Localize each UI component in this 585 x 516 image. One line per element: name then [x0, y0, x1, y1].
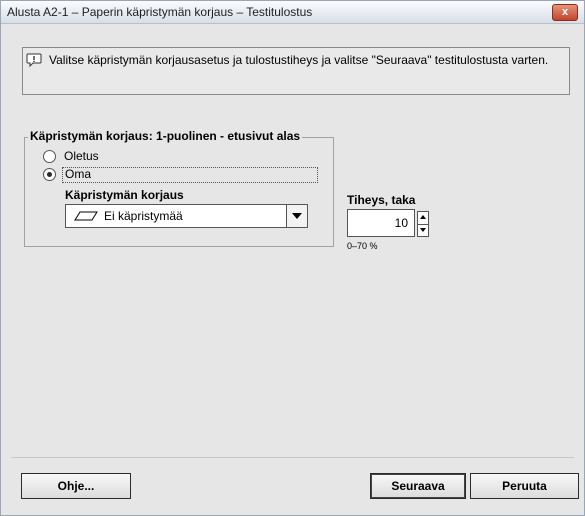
radio-default[interactable] [43, 150, 56, 163]
density-value: 10 [394, 216, 408, 230]
dialog-window: Alusta A2-1 – Paperin käpristymän korjau… [0, 0, 585, 516]
density-label: Tiheys, taka [347, 193, 416, 207]
title-bar: Alusta A2-1 – Paperin käpristymän korjau… [1, 1, 584, 24]
instruction-text: Valitse käpristymän korjausasetus ja tul… [49, 53, 549, 67]
group-title: Käpristymän korjaus: 1-puolinen - etusiv… [28, 129, 303, 143]
close-button[interactable]: x [552, 4, 578, 21]
radio-default-label[interactable]: Oletus [64, 149, 99, 163]
density-range: 0–70 % [347, 241, 378, 251]
cancel-button[interactable]: Peruuta [470, 473, 579, 499]
density-stepper[interactable] [417, 211, 429, 237]
next-button[interactable]: Seuraava [370, 473, 466, 499]
density-input[interactable]: 10 [347, 209, 415, 237]
dropdown-selected-value: Ei käpristymää [104, 209, 183, 223]
radio-custom-label[interactable]: Oma [65, 167, 91, 181]
instruction-box: Valitse käpristymän korjausasetus ja tul… [22, 47, 570, 95]
curl-correction-dropdown[interactable]: Ei käpristymää [65, 204, 308, 228]
radio-custom[interactable] [43, 168, 56, 181]
window-title: Alusta A2-1 – Paperin käpristymän korjau… [7, 5, 313, 19]
curl-correction-label: Käpristymän korjaus [65, 188, 184, 202]
footer-divider [11, 457, 574, 458]
decrement-icon[interactable] [418, 224, 428, 236]
info-speech-bubble-icon [26, 53, 42, 67]
flat-paper-icon [74, 211, 98, 221]
radio-custom-focus [62, 167, 318, 183]
chevron-down-icon[interactable] [286, 205, 307, 227]
help-button[interactable]: Ohje... [21, 473, 131, 499]
